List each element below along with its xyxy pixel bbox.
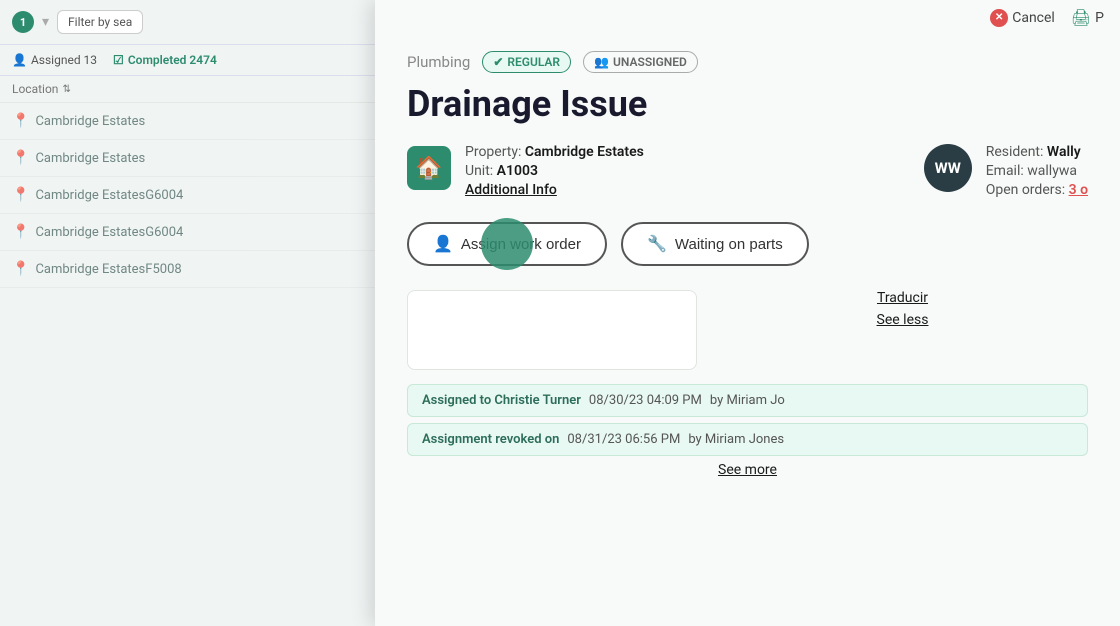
resident-block: WW Resident: Wally Email: wallywa Open o… bbox=[924, 144, 1088, 198]
person-icon: 👥 bbox=[594, 55, 609, 69]
activity-by-1: by Miriam Jo bbox=[710, 393, 785, 408]
cancel-button[interactable]: ✕ Cancel bbox=[990, 9, 1055, 27]
property-line: Property: Cambridge Estates bbox=[465, 144, 644, 160]
sort-icon: ⇅ bbox=[62, 84, 70, 95]
additional-info-link[interactable]: Additional Info bbox=[465, 182, 644, 198]
pin-icon: 📍 bbox=[12, 261, 29, 277]
activity-section: Assigned to Christie Turner 08/30/23 04:… bbox=[407, 384, 1088, 478]
category-row: Plumbing ✔ REGULAR 👥 UNASSIGNED bbox=[407, 51, 1088, 73]
property-block: 🏠 Property: Cambridge Estates Unit: A100… bbox=[407, 144, 644, 198]
list-item[interactable]: 📍 Cambridge EstatesF5008 bbox=[0, 251, 375, 288]
bg-col-location: Location ⇅ bbox=[0, 76, 375, 103]
assign-btn-wrapper: 👤 Assign work order bbox=[407, 222, 607, 266]
property-details: Property: Cambridge Estates Unit: A1003 … bbox=[465, 144, 644, 198]
bg-badge: 1 bbox=[12, 11, 34, 33]
house-icon: 🏠 bbox=[407, 146, 451, 190]
cancel-x-icon: ✕ bbox=[990, 9, 1008, 27]
info-row: 🏠 Property: Cambridge Estates Unit: A100… bbox=[407, 144, 1088, 198]
open-orders-link[interactable]: 3 o bbox=[1069, 182, 1088, 198]
list-item[interactable]: 📍 Cambridge Estates bbox=[0, 140, 375, 177]
badge-regular: ✔ REGULAR bbox=[482, 51, 571, 73]
open-orders-line: Open orders: 3 o bbox=[986, 182, 1088, 198]
background-list-panel: 1 ▾ Filter by sea 👤 Assigned 13 ☑ Comple… bbox=[0, 0, 375, 626]
email-line: Email: wallywa bbox=[986, 163, 1088, 179]
resident-details: Resident: Wally Email: wallywa Open orde… bbox=[986, 144, 1088, 198]
print-button[interactable]: 🖨 P bbox=[1071, 8, 1104, 27]
description-section: Traducir See less bbox=[407, 290, 1088, 370]
avatar: WW bbox=[924, 144, 972, 192]
assign-person-icon: 👤 bbox=[433, 234, 453, 254]
badge-unassigned: 👥 UNASSIGNED bbox=[583, 51, 698, 73]
activity-label-1: Assigned to Christie Turner bbox=[422, 393, 581, 408]
tool-icon: 🔧 bbox=[647, 234, 667, 254]
print-icon: 🖨 bbox=[1071, 8, 1091, 27]
overlay-topbar: ✕ Cancel 🖨 P bbox=[375, 0, 1120, 35]
activity-label-2: Assignment revoked on bbox=[422, 432, 559, 447]
title-row: Drainage Issue bbox=[407, 83, 1088, 126]
waiting-on-parts-button[interactable]: 🔧 Waiting on parts bbox=[621, 222, 809, 266]
work-order-title: Drainage Issue bbox=[407, 83, 1088, 126]
assigned-icon: 👤 bbox=[12, 53, 27, 67]
activity-date-1: 08/30/23 04:09 PM bbox=[589, 393, 702, 408]
pin-icon: 📍 bbox=[12, 150, 29, 166]
pin-icon: 📍 bbox=[12, 113, 29, 129]
work-order-panel: ✕ Cancel 🖨 P Plumbing ✔ REGULAR 👥 UNASSI… bbox=[375, 0, 1120, 626]
bg-stat-assigned: 👤 Assigned 13 bbox=[12, 53, 97, 67]
bg-stat-completed: ☑ Completed 2474 bbox=[113, 53, 217, 67]
activity-by-2: by Miriam Jones bbox=[688, 432, 784, 447]
list-item[interactable]: 📍 Cambridge EstatesG6004 bbox=[0, 214, 375, 251]
completed-check-icon: ☑ bbox=[113, 53, 124, 67]
description-right: Traducir See less bbox=[717, 290, 1088, 370]
unit-line: Unit: A1003 bbox=[465, 163, 644, 179]
bg-filter-btn[interactable]: Filter by sea bbox=[57, 10, 143, 34]
activity-item-1: Assigned to Christie Turner 08/30/23 04:… bbox=[407, 384, 1088, 417]
see-more-link[interactable]: See more bbox=[407, 462, 1088, 478]
pin-icon: 📍 bbox=[12, 224, 29, 240]
activity-item-2: Assignment revoked on 08/31/23 06:56 PM … bbox=[407, 423, 1088, 456]
see-less-link[interactable]: See less bbox=[717, 312, 1088, 328]
activity-date-2: 08/31/23 06:56 PM bbox=[567, 432, 680, 447]
category-label: Plumbing bbox=[407, 53, 470, 71]
action-row: 👤 Assign work order 🔧 Waiting on parts bbox=[407, 222, 1088, 266]
assign-work-order-button[interactable]: 👤 Assign work order bbox=[407, 222, 607, 266]
bg-stats: 👤 Assigned 13 ☑ Completed 2474 bbox=[0, 45, 375, 76]
traducir-link[interactable]: Traducir bbox=[717, 290, 1088, 306]
bg-top-bar: 1 ▾ Filter by sea bbox=[0, 0, 375, 45]
list-item[interactable]: 📍 Cambridge EstatesG6004 bbox=[0, 177, 375, 214]
description-content-area bbox=[407, 290, 697, 370]
bg-dropdown-icon: ▾ bbox=[42, 14, 49, 30]
modal-body: Plumbing ✔ REGULAR 👥 UNASSIGNED Drainage… bbox=[375, 35, 1120, 498]
check-circle-icon: ✔ bbox=[493, 55, 503, 69]
list-item[interactable]: 📍 Cambridge Estates bbox=[0, 103, 375, 140]
resident-name-line: Resident: Wally bbox=[986, 144, 1088, 160]
pin-icon: 📍 bbox=[12, 187, 29, 203]
